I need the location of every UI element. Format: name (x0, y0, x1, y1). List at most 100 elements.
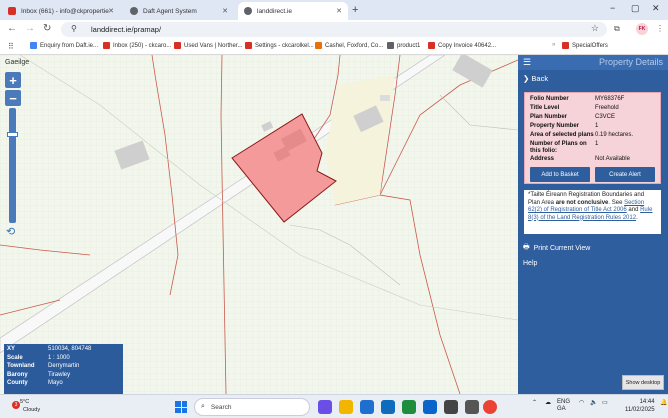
info-row: County Mayo (7, 380, 63, 386)
detail-row: Plan Number C3VCE (530, 114, 616, 120)
bookmark-star-icon[interactable]: ☆ (591, 23, 599, 34)
address-bar[interactable]: ⚲ landdirect.ie/pramap/ ☆ (61, 22, 607, 37)
info-row: Scale 1 : 1000 (7, 354, 70, 361)
zoom-slider[interactable] (7, 108, 18, 223)
bookmark-item[interactable]: Enquiry from Daft.ie... (30, 42, 98, 49)
close-icon[interactable]: ✕ (336, 7, 342, 15)
browser-tab-strip: Inbox (661) - info@ckpropertie ✕ Daft Ag… (0, 0, 668, 20)
back-link[interactable]: ❯ Back (523, 74, 548, 83)
bookmark-item[interactable]: Cashel, Foxford, Co... (315, 42, 383, 49)
zoom-control: + − ⟲ (5, 72, 22, 238)
windows-taskbar: 3 5°C Cloudy ⌕ Search ⌃ ☁ ENG GA ◠ 🔈 ▭ 14… (0, 394, 668, 418)
location-info-box: XY 510034, 804748 Scale 1 : 1000 Townland D… (4, 344, 123, 394)
file-explorer-icon[interactable] (339, 400, 353, 414)
info-row: XY 510034, 804748 (7, 346, 92, 352)
wifi-icon[interactable]: ◠ (579, 399, 584, 406)
clock[interactable]: 14:44 11/02/2025 (625, 398, 655, 414)
tray-chevron-icon[interactable]: ⌃ (532, 399, 537, 406)
gmail-icon (103, 42, 110, 49)
sidebar-title: Property Details (598, 57, 663, 67)
tab-landdirect[interactable]: landdirect.ie ✕ (238, 2, 348, 20)
bookmarks-bar: ⠿ Enquiry from Daft.ie... Inbox (250) - … (0, 39, 668, 55)
gmail-icon (245, 42, 252, 49)
close-icon[interactable]: ✕ (222, 7, 228, 15)
globe-icon (130, 7, 138, 15)
task-view-icon[interactable] (318, 400, 332, 414)
bookmark-item[interactable]: Settings - ckcarolkel... (245, 42, 314, 49)
property-details-card: Folio Number MY68376F Title Level Freehold… (524, 92, 661, 184)
menu-dots-icon[interactable]: ⋮ (656, 24, 664, 33)
volume-icon[interactable]: 🔈 (590, 399, 597, 406)
detail-row: Area of selected plans 0.19 hectares. (530, 132, 634, 138)
notification-badge: 3 (12, 401, 20, 409)
browser-toolbar: ← → ↻ ⚲ landdirect.ie/pramap/ ☆ ⧉ FK ⋮ (0, 20, 668, 39)
minimize-icon[interactable]: − (610, 3, 615, 13)
gaeilge-link[interactable]: Gaeilge (5, 59, 29, 66)
outlook-icon[interactable] (423, 400, 437, 414)
notifications-icon[interactable]: 🔔 (660, 399, 667, 406)
cloud-icon[interactable]: ☁ (545, 399, 551, 406)
bookmarks-overflow-icon[interactable]: » (552, 42, 555, 48)
url-text: landdirect.ie/pramap/ (91, 25, 162, 34)
add-to-basket-button[interactable]: Add to Basket (530, 167, 590, 182)
app-icon[interactable] (444, 400, 458, 414)
refresh-icon[interactable]: ⟲ (6, 225, 15, 238)
tab-title: Daft Agent System (143, 7, 197, 15)
extensions-icon[interactable]: ⧉ (614, 24, 620, 34)
chevron-right-icon: ❯ (523, 74, 530, 83)
site-info-icon[interactable]: ⚲ (71, 24, 77, 33)
battery-icon[interactable]: ▭ (602, 399, 608, 406)
tab-title: landdirect.ie (257, 7, 293, 15)
map-canvas[interactable]: Gaeilge + − ⟲ XY 510034, 804748 Scale 1 : … (0, 55, 518, 394)
close-icon[interactable]: ✕ (108, 7, 114, 15)
bookmark-item[interactable]: Inbox (250) - ckcaro... (103, 42, 171, 49)
bookmark-item[interactable]: Used Vans | Norther... (174, 42, 242, 49)
print-current-view-link[interactable]: 🖶 Print Current View (523, 243, 590, 254)
apps-grid-icon[interactable]: ⠿ (8, 42, 14, 51)
help-link[interactable]: Help (523, 260, 537, 267)
chrome-icon[interactable] (483, 400, 497, 414)
zoom-slider-thumb[interactable] (7, 132, 18, 137)
detail-row: Number of Plans on this folio: 1 (530, 141, 599, 154)
forward-arrow-icon[interactable]: → (25, 23, 35, 34)
edge-icon[interactable] (360, 400, 374, 414)
create-alert-button[interactable]: Create Alert (595, 167, 655, 182)
language-indicator[interactable]: ENG GA (557, 399, 570, 413)
maximize-icon[interactable]: ▢ (631, 3, 640, 14)
app-icon[interactable] (465, 400, 479, 414)
printer-icon: 🖶 (523, 244, 530, 251)
new-tab-button[interactable]: + (352, 4, 358, 16)
windows-start-icon[interactable] (175, 401, 187, 413)
bookmark-item[interactable]: SpecialOffers (562, 42, 608, 49)
tab-daft-agent[interactable]: Daft Agent System ✕ (124, 2, 234, 20)
bookmark-item[interactable]: Copy Invoice 40642... (428, 42, 496, 49)
zoom-out-button[interactable]: − (5, 90, 21, 106)
property-sidebar: ☰ Property Details ❯ Back Folio Number MY… (518, 55, 668, 394)
hamburger-menu-icon[interactable]: ☰ (523, 57, 531, 68)
info-row: Townland Derrymartin (7, 363, 80, 369)
search-icon: ⌕ (201, 403, 205, 410)
gmail-icon (562, 42, 569, 49)
building (380, 95, 390, 101)
detail-row: Address Not Available (530, 156, 630, 162)
registration-notice: *Tailte Éireann Registration Boundaries … (524, 190, 661, 234)
gmail-icon (428, 42, 435, 49)
show-desktop-button[interactable]: Show desktop (622, 375, 664, 390)
detail-row: Property Number 1 (530, 123, 599, 129)
excel-icon[interactable] (402, 400, 416, 414)
taskbar-search[interactable]: ⌕ Search (194, 398, 310, 416)
gmail-icon (8, 7, 16, 15)
tab-gmail-inbox[interactable]: Inbox (661) - info@ckpropertie ✕ (2, 2, 120, 20)
reload-icon[interactable]: ↻ (43, 23, 51, 34)
detail-row: Folio Number MY68376F (530, 96, 625, 102)
store-icon[interactable] (381, 400, 395, 414)
bookmark-favicon-icon (387, 42, 394, 49)
avatar[interactable]: FK (636, 23, 648, 35)
window-close-icon[interactable]: ✕ (652, 3, 660, 14)
gmail-icon (174, 42, 181, 49)
zoom-in-button[interactable]: + (5, 72, 21, 88)
back-arrow-icon[interactable]: ← (7, 23, 17, 34)
bookmark-item[interactable]: product1 (387, 42, 420, 49)
detail-row: Title Level Freehold (530, 105, 619, 111)
bookmark-favicon-icon (315, 42, 322, 49)
